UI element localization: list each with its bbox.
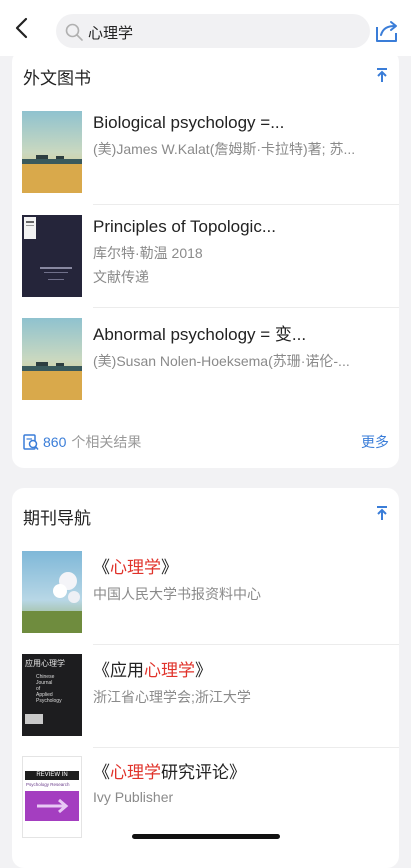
- journal-title: 《应用心理学》: [93, 661, 212, 680]
- journal-publisher: Ivy Publisher: [93, 789, 174, 805]
- book-item-1[interactable]: Biological psychology =... (美)James W.Ka…: [22, 111, 389, 214]
- book-availability: 文献传递: [93, 269, 149, 285]
- book-author-year: 库尔特·勒温 2018: [93, 245, 203, 261]
- cover-title-en: Chinese Journal of Applied Psychology: [36, 674, 62, 704]
- cover-banner: REVIEW IN: [25, 771, 79, 780]
- back-arrow-icon[interactable]: [10, 16, 34, 40]
- book-author: (美)Susan Nolen-Hoeksema(苏珊·诺伦-...: [93, 353, 350, 369]
- home-indicator[interactable]: [132, 834, 280, 839]
- journal-publisher: 浙江省心理学会;浙江大学: [93, 689, 251, 705]
- journal-cover-1: [22, 551, 82, 633]
- journal-item-2[interactable]: 应用心理学 Chinese Journal of Applied Psychol…: [22, 654, 389, 757]
- book-item-3[interactable]: Abnormal psychology = 变... (美)Susan Nole…: [22, 318, 389, 421]
- cover-title-cn: 应用心理学: [25, 659, 65, 668]
- book-cover-2: [22, 215, 82, 297]
- search-input[interactable]: 心理学: [56, 14, 370, 48]
- journal-nav-card: 期刊导航 《心理学》 中国人民大学书报资料中心 应用心理学 Chinese Jo…: [12, 488, 399, 868]
- journal-publisher: 中国人民大学书报资料中心: [93, 586, 261, 602]
- book-cover-3: [22, 318, 82, 400]
- divider: [93, 204, 399, 205]
- result-count[interactable]: 860 个相关结果: [23, 432, 141, 452]
- divider: [93, 307, 399, 308]
- book-item-2[interactable]: Principles of Topologic... 库尔特·勒温 2018 文…: [22, 215, 389, 318]
- book-author: (美)James W.Kalat(詹姆斯·卡拉特)著; 苏...: [93, 141, 356, 157]
- book-title: Abnormal psychology = 变...: [93, 325, 307, 344]
- result-count-label: 个相关结果: [71, 434, 142, 450]
- search-query: 心理学: [88, 25, 134, 42]
- journal-item-3[interactable]: REVIEW IN Psychology Research 《心理学研究评论》 …: [22, 756, 389, 859]
- book-cover-1: [22, 111, 82, 193]
- result-count-number: 860: [43, 434, 67, 450]
- journal-item-1[interactable]: 《心理学》 中国人民大学书报资料中心: [22, 551, 389, 654]
- journal-cover-2: 应用心理学 Chinese Journal of Applied Psychol…: [22, 654, 82, 736]
- book-title: Biological psychology =...: [93, 113, 285, 132]
- divider: [93, 747, 399, 748]
- divider: [93, 644, 399, 645]
- journal-cover-3: REVIEW IN Psychology Research: [22, 756, 82, 838]
- foreign-books-card: 外文图书 Biological psychology =... (美)James…: [12, 50, 399, 468]
- section-title-journals: 期刊导航: [23, 509, 91, 528]
- result-list-icon: [23, 433, 39, 450]
- cover-subtitle: Psychology Research: [26, 782, 70, 787]
- more-link[interactable]: 更多: [361, 432, 389, 452]
- journal-title: 《心理学研究评论》: [93, 763, 246, 782]
- journal-title: 《心理学》: [93, 558, 178, 577]
- back-to-top-icon[interactable]: [375, 67, 389, 83]
- book-title: Principles of Topologic...: [93, 217, 277, 236]
- search-icon: [65, 23, 83, 41]
- share-icon[interactable]: [374, 18, 400, 44]
- top-bar: 心理学: [0, 0, 411, 56]
- section-title-foreign-books: 外文图书: [23, 69, 91, 88]
- back-to-top-icon[interactable]: [375, 505, 389, 521]
